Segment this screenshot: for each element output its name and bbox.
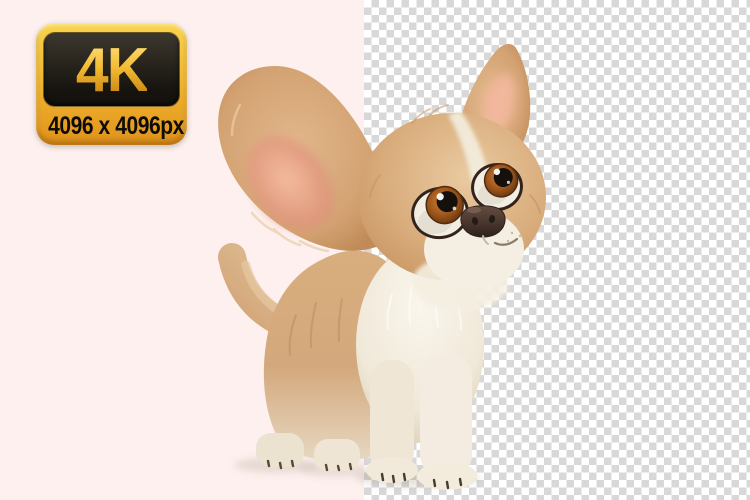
badge-4k-panel: 4K — [43, 32, 180, 107]
left-ear — [218, 66, 388, 251]
badge-resolution-text: 4K — [76, 38, 148, 102]
front-legs — [366, 355, 477, 490]
puppy-illustration — [212, 15, 552, 495]
badge-dimensions-text: 4096 x 4096px — [48, 112, 175, 141]
stock-image-preview: 4K 4096 x 4096px — [0, 0, 750, 500]
nose — [461, 206, 505, 237]
resolution-badge: 4K 4096 x 4096px — [36, 23, 187, 145]
